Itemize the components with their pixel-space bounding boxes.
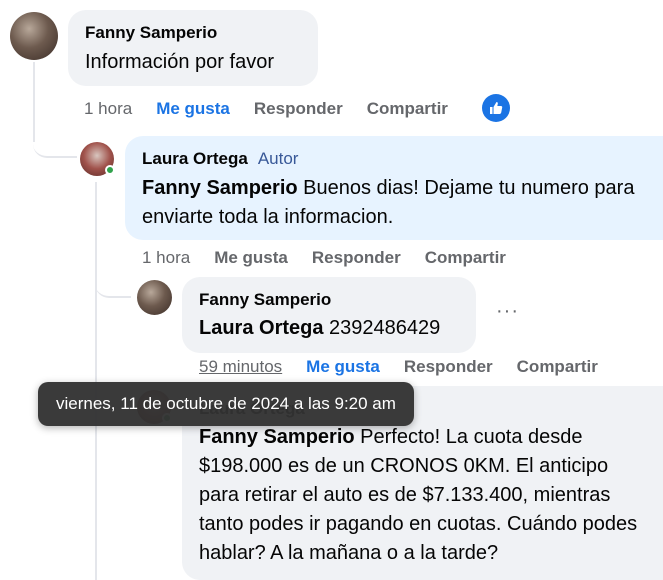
- comment-author[interactable]: Fanny Samperio: [199, 289, 459, 311]
- reply-button[interactable]: Responder: [404, 357, 493, 377]
- avatar[interactable]: [137, 280, 172, 315]
- comment-actions: 1 hora Me gusta Responder Compartir: [84, 99, 472, 119]
- reply-button[interactable]: Responder: [254, 99, 343, 119]
- share-button[interactable]: Compartir: [517, 357, 598, 377]
- like-button[interactable]: Me gusta: [156, 99, 230, 119]
- comment-bubble: Fanny Samperio Información por favor: [68, 10, 318, 86]
- mention-link[interactable]: Laura Ortega: [199, 317, 323, 339]
- comment-text: Fanny Samperio Buenos dias! Dejame tu nu…: [142, 174, 646, 232]
- avatar[interactable]: [80, 142, 115, 176]
- author-badge: Autor: [257, 149, 299, 168]
- like-button[interactable]: Me gusta: [306, 357, 380, 377]
- mention-link[interactable]: Fanny Samperio: [199, 426, 355, 448]
- online-status-icon: [105, 165, 115, 175]
- thread-curve: [95, 270, 131, 298]
- comment-bubble: Laura Ortega Autor Fanny Samperio Buenos …: [125, 136, 663, 240]
- comment-actions: 59 minutos Me gusta Responder Compartir: [199, 357, 622, 377]
- comment-actions: 1 hora Me gusta Responder Compartir: [142, 248, 530, 268]
- comment-text: Laura Ortega 2392486429: [199, 314, 459, 343]
- comment-time[interactable]: 1 hora: [84, 99, 132, 119]
- comment-body: 2392486429: [323, 317, 441, 339]
- comment-text: Fanny Samperio Perfecto! La cuota desde …: [199, 423, 646, 568]
- comment-author[interactable]: Fanny Samperio: [85, 22, 301, 44]
- mention-link[interactable]: Fanny Samperio: [142, 177, 298, 199]
- comment-author[interactable]: Laura Ortega: [142, 149, 248, 168]
- like-reaction-icon[interactable]: [482, 94, 510, 122]
- comment-bubble: Fanny Samperio Laura Ortega 2392486429: [182, 277, 476, 353]
- more-options-icon[interactable]: ···: [496, 300, 519, 323]
- comment-text: Información por favor: [85, 51, 274, 73]
- thread-line: [95, 182, 97, 580]
- share-button[interactable]: Compartir: [425, 248, 506, 268]
- comment-time[interactable]: 1 hora: [142, 248, 190, 268]
- share-button[interactable]: Compartir: [367, 99, 448, 119]
- avatar[interactable]: [10, 12, 58, 60]
- thread-curve: [33, 120, 77, 158]
- comment-time[interactable]: 59 minutos: [199, 357, 282, 377]
- timestamp-tooltip: viernes, 11 de octubre de 2024 a las 9:2…: [38, 382, 414, 426]
- comment-author-line: Laura Ortega Autor: [142, 148, 646, 170]
- like-button[interactable]: Me gusta: [214, 248, 288, 268]
- reply-button[interactable]: Responder: [312, 248, 401, 268]
